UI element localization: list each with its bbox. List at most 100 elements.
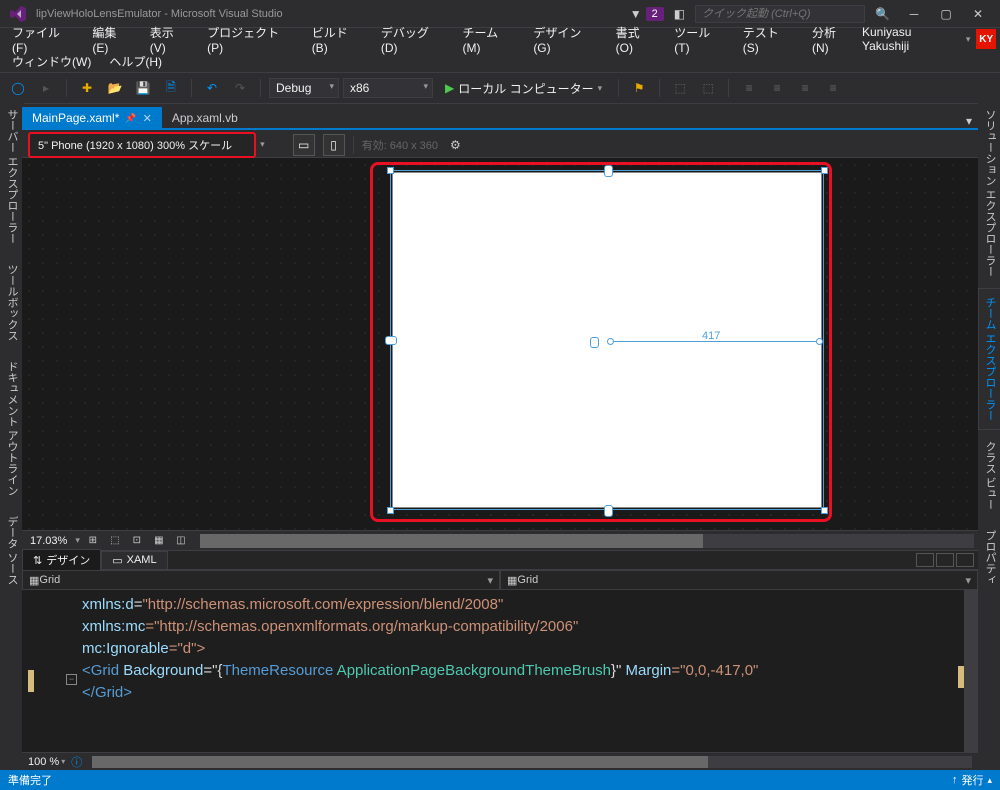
align-icon-1[interactable]: ≡ <box>737 76 761 100</box>
search-icon[interactable]: 🔍 <box>875 7 890 21</box>
resize-handle[interactable] <box>604 165 613 177</box>
sidetab-class-view[interactable]: クラス ビュー <box>978 432 1000 519</box>
chevron-down-icon[interactable]: ▾ <box>260 139 265 150</box>
sidetab-toolbox[interactable]: ツールボックス <box>0 255 24 350</box>
resize-handle[interactable] <box>387 167 394 174</box>
resize-handle[interactable] <box>385 336 397 345</box>
notification-badge[interactable]: 2 <box>646 7 664 21</box>
change-indicator <box>28 670 34 692</box>
designer-canvas[interactable]: 417 <box>22 158 978 530</box>
menu-test[interactable]: テスト(S) <box>735 22 802 57</box>
breadcrumb-right[interactable]: ▦ Grid ▾ <box>500 570 978 590</box>
chevron-down-icon[interactable]: ▾ <box>965 574 971 587</box>
zoom-percent[interactable]: 17.03% <box>26 535 71 547</box>
config-dropdown[interactable]: Debug <box>269 78 339 98</box>
zoom-bar: 17.03% ▾ ⊞ ⬚ ⊡ ▦ ◫ <box>22 530 978 550</box>
save-icon[interactable]: 💾 <box>131 76 155 100</box>
resize-handle[interactable] <box>604 505 613 517</box>
menu-format[interactable]: 書式(O) <box>608 22 665 57</box>
zoom-tool-icon[interactable]: ◫ <box>172 533 190 549</box>
close-button[interactable]: ✕ <box>964 4 992 24</box>
split-tab-design[interactable]: ⇅ デザイン <box>22 549 101 571</box>
tool-icon-2[interactable]: ⬚ <box>668 76 692 100</box>
breadcrumb-left[interactable]: ▦ Grid ▾ <box>22 570 500 590</box>
split-tab-xaml[interactable]: ▭ XAML <box>101 551 167 570</box>
new-project-icon[interactable]: ✚ <box>75 76 99 100</box>
platform-dropdown[interactable]: x86 <box>343 78 433 98</box>
open-file-icon[interactable]: 📂 <box>103 76 127 100</box>
resize-handle[interactable] <box>387 507 394 514</box>
zoom-grid2-icon[interactable]: ▦ <box>150 533 168 549</box>
menu-team[interactable]: チーム(M) <box>455 22 524 57</box>
resize-handle[interactable] <box>821 167 828 174</box>
orientation-portrait-icon[interactable]: ▯ <box>323 134 345 156</box>
menu-design[interactable]: デザイン(G) <box>525 22 605 57</box>
quick-launch-input[interactable] <box>695 5 865 23</box>
main-toolbar: ◯ ▸ ✚ 📂 💾 🗎 ↶ ↷ Debug x86 ▶ ローカル コンピューター… <box>0 72 1000 104</box>
menu-project[interactable]: プロジェクト(P) <box>199 22 302 57</box>
center-adorner[interactable] <box>590 337 599 348</box>
menu-tools[interactable]: ツール(T) <box>666 22 733 57</box>
undo-icon[interactable]: ↶ <box>200 76 224 100</box>
h-scrollbar[interactable] <box>200 534 974 548</box>
sidetab-solution-explorer[interactable]: ソリューション エクスプローラー <box>978 100 1000 286</box>
tool-icon-3[interactable]: ⬚ <box>696 76 720 100</box>
tool-icon-1[interactable]: ⚑ <box>627 76 651 100</box>
sidetab-properties[interactable]: プロパティ <box>978 521 1000 594</box>
sidetab-doc-outline[interactable]: ドキュメント アウトライン <box>0 352 24 505</box>
sidetab-team-explorer[interactable]: チーム エクスプローラー <box>978 288 1000 430</box>
user-name[interactable]: Kuniyasu Yakushiji <box>862 25 960 53</box>
redo-icon[interactable]: ↷ <box>228 76 252 100</box>
run-button[interactable]: ▶ ローカル コンピューター ▾ <box>437 78 610 99</box>
nav-fwd-button[interactable]: ▸ <box>34 76 58 100</box>
settings-gear-icon[interactable]: ⚙ <box>450 138 461 152</box>
outline-toggle[interactable]: − <box>66 674 77 685</box>
menu-help[interactable]: ヘルプ(H) <box>101 51 170 72</box>
layout-collapse-icon[interactable] <box>956 553 974 567</box>
filter-icon[interactable]: ▼ <box>630 7 642 21</box>
chevron-down-icon[interactable]: ▾ <box>966 34 971 45</box>
layout-horizontal-icon[interactable] <box>916 553 934 567</box>
menu-debug[interactable]: デバッグ(D) <box>373 22 453 57</box>
menu-analyze[interactable]: 分析(N) <box>804 22 860 57</box>
zoom-snap-icon[interactable]: ⊡ <box>128 533 146 549</box>
v-scrollbar[interactable] <box>964 590 978 752</box>
editor-zoom[interactable]: 100 % <box>28 756 59 768</box>
device-dropdown[interactable]: 5" Phone (1920 x 1080) 300% スケール <box>28 132 256 158</box>
menu-window[interactable]: ウィンドウ(W) <box>4 51 99 72</box>
zoom-fit-icon[interactable]: ⬚ <box>106 533 124 549</box>
layout-vertical-icon[interactable] <box>936 553 954 567</box>
align-icon-4[interactable]: ≡ <box>821 76 845 100</box>
feedback-icon[interactable]: ◧ <box>674 7 685 21</box>
pin-icon[interactable]: 📌 <box>125 113 136 124</box>
resize-handle[interactable] <box>821 507 828 514</box>
info-icon[interactable]: ⓘ <box>71 754 82 770</box>
tabs-overflow-icon[interactable]: ▾ <box>960 114 978 128</box>
chevron-down-icon[interactable]: ▾ <box>487 574 493 587</box>
right-sidebar: ソリューション エクスプローラー チーム エクスプローラー クラス ビュー プロ… <box>978 100 1000 596</box>
tab-appxaml[interactable]: App.xaml.vb <box>162 107 248 128</box>
publish-arrow-icon[interactable]: ↑ <box>952 774 958 786</box>
sidetab-server-explorer[interactable]: サーバー エクスプローラー <box>0 100 24 253</box>
minimize-button[interactable]: ─ <box>900 4 928 24</box>
play-icon: ▶ <box>445 81 454 95</box>
tab-mainpage[interactable]: MainPage.xaml* 📌 ✕ <box>22 107 162 128</box>
document-tabs: MainPage.xaml* 📌 ✕ App.xaml.vb ▾ <box>22 108 978 130</box>
align-icon-2[interactable]: ≡ <box>765 76 789 100</box>
user-avatar[interactable]: KY <box>976 29 996 49</box>
h-scrollbar[interactable] <box>92 756 972 768</box>
nav-back-button[interactable]: ◯ <box>6 76 30 100</box>
chevron-down-icon[interactable]: ▾ <box>61 757 65 766</box>
menu-build[interactable]: ビルド(B) <box>304 22 371 57</box>
close-tab-icon[interactable]: ✕ <box>143 112 152 125</box>
code-editor[interactable]: − xmlns:d="http://schemas.microsoft.com/… <box>22 590 978 752</box>
maximize-button[interactable]: ▢ <box>932 4 960 24</box>
chevron-down-icon[interactable]: ▾ <box>75 535 80 546</box>
publish-label[interactable]: 発行 <box>961 772 983 788</box>
vs-logo-icon <box>8 4 28 24</box>
align-icon-3[interactable]: ≡ <box>793 76 817 100</box>
zoom-grid-icon[interactable]: ⊞ <box>84 533 102 549</box>
sidetab-data-sources[interactable]: データ ソース <box>0 507 24 594</box>
orientation-landscape-icon[interactable]: ▭ <box>293 134 315 156</box>
save-all-icon[interactable]: 🗎 <box>159 76 183 100</box>
